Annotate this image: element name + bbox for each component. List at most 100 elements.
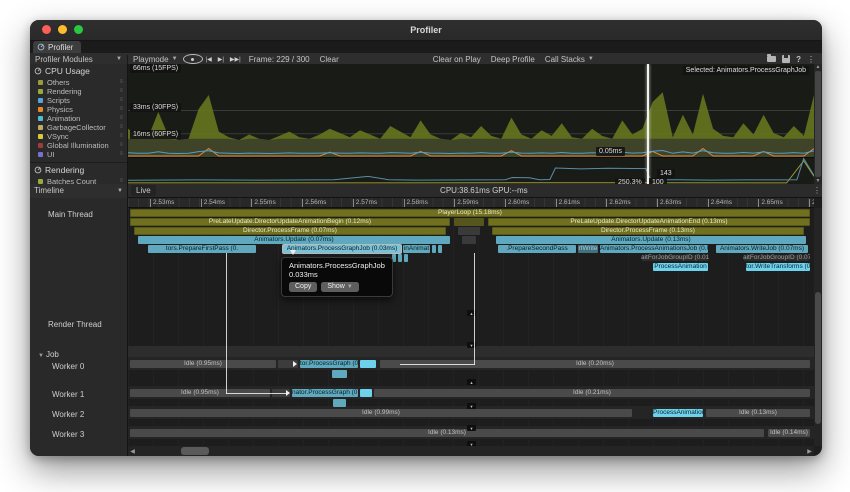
copy-button[interactable]: Copy [289, 282, 317, 292]
drag-handle-icon[interactable]: ≡ [119, 123, 123, 132]
drag-handle-icon[interactable]: ≡ [119, 114, 123, 123]
chart-area[interactable]: 66ms (15FPS) 33ms (30FPS) 16ms (60FPS) S… [128, 64, 814, 184]
module-header-rendering[interactable]: Rendering [30, 162, 127, 177]
timeline-span[interactable]: aitForJobGroupID (0.07m [743, 254, 810, 262]
timeline-span[interactable]: Idle (0.21ms) [374, 389, 810, 397]
legend-item-global-illumination[interactable]: Global Illumination≡ [30, 141, 127, 150]
timeline-span[interactable]: nator.ProcessGraph (0.0 [292, 389, 358, 397]
call-stacks-dropdown[interactable]: Call Stacks ▼ [540, 55, 599, 64]
timeline-span[interactable]: Idle (0.95ms) [130, 360, 276, 368]
timeline-span[interactable] [404, 254, 408, 262]
record-button[interactable] [183, 54, 203, 64]
module-header-cpu-usage[interactable]: CPU Usage [30, 64, 127, 78]
live-toggle[interactable]: Live [131, 185, 156, 196]
current-frame-button[interactable]: ▶▶| [227, 56, 244, 63]
timeline-span[interactable]: PreLateUpdate.DirectorUpdateAnimationEnd… [488, 218, 810, 226]
zoom-button[interactable] [74, 25, 83, 34]
profiler-modules-dropdown[interactable]: Profiler Modules ▼ [30, 55, 128, 64]
hscroll-track[interactable] [137, 446, 805, 456]
drag-handle-icon[interactable]: ≡ [119, 141, 123, 150]
collapse-up-icon[interactable]: ▲ [467, 379, 476, 385]
close-button[interactable] [42, 25, 51, 34]
expand-down-icon[interactable]: ▼ [467, 403, 476, 409]
thread-label-render-thread[interactable]: Render Thread [48, 320, 102, 329]
timeline-span[interactable]: tor.WriteTransforms (0. [746, 263, 810, 271]
chart-scrollbar[interactable]: ▲ ▼ [814, 64, 822, 184]
thread-label-worker-2[interactable]: Worker 2 [52, 410, 84, 419]
legend-item-ui[interactable]: UI≡ [30, 150, 127, 159]
timeline-span[interactable]: Director.ProcessFrame (0.13ms) [492, 227, 804, 235]
batches-chart[interactable] [128, 157, 814, 184]
playmode-dropdown[interactable]: Playmode ▼ [128, 55, 183, 64]
thread-label-main-thread[interactable]: Main Thread [48, 210, 93, 219]
timeline-view-dropdown[interactable]: Timeline ▼ [30, 184, 128, 198]
timeline-span[interactable]: PreLateUpdate.DirectorUpdateAnimationBeg… [130, 218, 450, 226]
clear-button[interactable]: Clear [315, 55, 344, 64]
scroll-right-icon[interactable]: ▶ [805, 448, 814, 455]
timeline-span[interactable]: Idle (0.13ms) [706, 409, 810, 417]
timeline-span[interactable]: inAnimat [403, 245, 430, 253]
expand-down-icon[interactable]: ▼ [467, 425, 476, 431]
timeline-span[interactable]: Animators.ProcessGraphJob (0.03ms) [283, 245, 401, 253]
thread-label-worker-3[interactable]: Worker 3 [52, 430, 84, 439]
timeline-span[interactable]: Idle (0.14ms) [768, 429, 810, 437]
timeline-span[interactable]: Idle (0.99ms) [130, 409, 632, 417]
time-ruler[interactable]: 2.53ms2.54ms2.55ms2.56ms2.57ms2.58ms2.59… [128, 198, 814, 208]
menu-icon[interactable]: ⋮ [807, 55, 815, 64]
timeline-span[interactable] [432, 245, 436, 253]
timeline-span[interactable]: aitForJobGroupID (0.01m [641, 254, 709, 262]
legend-item-vsync[interactable]: VSync≡ [30, 132, 127, 141]
tab-profiler[interactable]: Profiler [33, 41, 81, 53]
timeline-span[interactable]: Animators.ProcessAnimationsJob (0.03ms) [600, 245, 708, 253]
legend-item-scripts[interactable]: Scripts≡ [30, 96, 127, 105]
selected-frame-line[interactable] [647, 64, 649, 184]
timeline-hscroll-thumb[interactable] [181, 447, 209, 455]
cpu-usage-chart[interactable] [128, 64, 814, 157]
thread-label-job[interactable]: ▼Job [38, 350, 59, 359]
timeline-span[interactable]: ProcessAnimation [653, 263, 708, 271]
timeline-span[interactable]: Animators.WriteJob (0.07ms) [716, 245, 808, 253]
help-icon[interactable]: ? [796, 55, 801, 64]
save-profile-icon[interactable] [782, 55, 790, 63]
timeline-span[interactable] [360, 360, 376, 368]
collapse-icon[interactable]: ▼ [38, 353, 44, 359]
timeline-canvas[interactable]: Animators.ProcessGraphJob 0.033ms Copy S… [128, 208, 814, 446]
timeline-span[interactable] [333, 399, 346, 407]
chart-scroll-thumb[interactable] [815, 71, 821, 177]
timeline-menu-icon[interactable]: ⋮ [812, 186, 822, 195]
drag-handle-icon[interactable]: ≡ [119, 132, 123, 141]
next-frame-button[interactable]: ▶| [215, 56, 227, 63]
minimize-button[interactable] [58, 25, 67, 34]
drag-handle-icon[interactable]: ≡ [119, 87, 123, 96]
drag-handle-icon[interactable]: ≡ [119, 96, 123, 105]
timeline-span[interactable]: Animators.Update (0.07ms) [138, 236, 450, 244]
thread-label-worker-0[interactable]: Worker 0 [52, 362, 84, 371]
deep-profile-toggle[interactable]: Deep Profile [486, 55, 540, 64]
drag-handle-icon[interactable]: ≡ [119, 150, 123, 159]
drag-handle-icon[interactable]: ≡ [119, 105, 123, 114]
timeline-span[interactable] [454, 218, 484, 226]
clear-on-play-toggle[interactable]: Clear on Play [428, 55, 486, 64]
scroll-up-icon[interactable]: ▲ [816, 64, 821, 70]
legend-item-physics[interactable]: Physics≡ [30, 105, 127, 114]
load-profile-icon[interactable] [767, 56, 776, 62]
timeline-span[interactable] [398, 254, 402, 262]
timeline-span[interactable] [458, 227, 480, 235]
timeline-vscroll-thumb[interactable] [815, 292, 821, 424]
timeline-hscrollbar[interactable]: ◀ ▶ [128, 446, 814, 456]
thread-label-worker-1[interactable]: Worker 1 [52, 390, 84, 399]
timeline-span[interactable]: tor.ProcessGraph (0. [300, 360, 358, 368]
legend-item-garbagecollector[interactable]: GarbageCollector≡ [30, 123, 127, 132]
timeline-span[interactable]: Director.ProcessFrame (0.07ms) [134, 227, 446, 235]
timeline-vscrollbar[interactable] [814, 208, 822, 446]
timeline-span[interactable]: .PrepareSecondPass [498, 245, 576, 253]
timeline-span[interactable] [332, 370, 347, 378]
timeline-span[interactable]: PlayerLoop (15.18ms) [130, 209, 810, 217]
timeline-span[interactable] [462, 236, 476, 244]
timeline-span[interactable]: Idle (0.13ms) [130, 429, 764, 437]
legend-item-others[interactable]: Others≡ [30, 78, 127, 87]
timeline-span[interactable]: Animators.Update (0.13ms) [496, 236, 806, 244]
timeline-span[interactable] [438, 245, 442, 253]
timeline-span[interactable]: rtWrite [578, 245, 598, 253]
legend-item-animation[interactable]: Animation≡ [30, 114, 127, 123]
